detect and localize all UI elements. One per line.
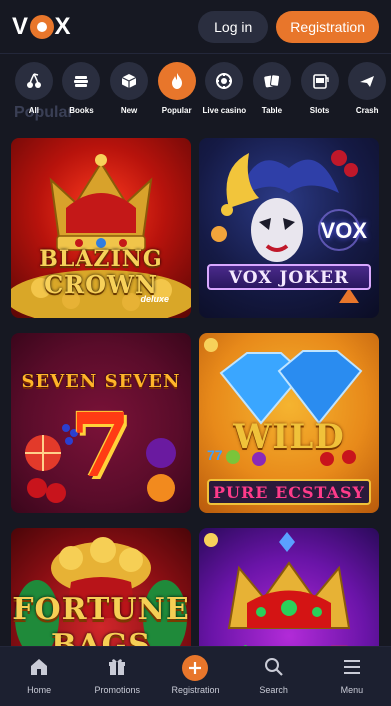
game-title: FORTUNE xyxy=(12,592,190,627)
nav-search[interactable]: Search xyxy=(235,647,313,695)
category-label: Popular xyxy=(161,106,192,115)
books-icon xyxy=(62,62,101,100)
nav-menu[interactable]: Menu xyxy=(313,647,391,695)
category-label: Slots xyxy=(309,106,330,115)
logo-o-chip-icon xyxy=(29,14,54,39)
nav-label: Promotions xyxy=(94,685,141,695)
game-tile-wild-pure-ecstasy[interactable]: WILD 77 PURE ECSTASY xyxy=(199,333,379,513)
menu-icon xyxy=(340,655,364,679)
game-title: VOX JOKER xyxy=(228,268,350,288)
game-title: BLAZING xyxy=(39,246,163,272)
game-digit: 7 xyxy=(69,393,133,497)
category-label: Live casino xyxy=(202,106,247,115)
nav-label: Registration xyxy=(171,685,220,695)
category-new[interactable]: New xyxy=(105,62,153,128)
category-label: Books xyxy=(69,106,94,115)
category-crash[interactable]: Crash xyxy=(343,62,391,128)
search-icon xyxy=(262,655,286,679)
cherries-icon xyxy=(14,62,53,100)
nav-promotions[interactable]: Promotions xyxy=(78,647,156,695)
cards-icon xyxy=(252,62,291,100)
gift-icon xyxy=(105,655,129,679)
top-header: V X Log in Registration xyxy=(0,0,391,54)
category-slots[interactable]: Slots xyxy=(296,62,344,128)
registration-button[interactable]: Registration xyxy=(276,10,379,43)
game-tile-seven-seven[interactable]: SEVEN SEVEN 7 xyxy=(11,333,191,513)
category-label: Table xyxy=(261,106,283,115)
cube-icon xyxy=(110,62,149,100)
game-subtitle: deluxe xyxy=(140,294,169,304)
category-label: Crash xyxy=(355,106,379,115)
game-digits: 77 xyxy=(207,447,223,463)
nav-registration[interactable]: Registration xyxy=(156,647,234,695)
nav-label: Search xyxy=(259,685,288,695)
category-live-casino[interactable]: Live casino xyxy=(201,62,249,128)
category-bar: All Books New Popular Live casino Table xyxy=(0,62,391,128)
fire-icon xyxy=(157,62,196,100)
category-label: All xyxy=(28,106,39,115)
chip-icon xyxy=(205,62,244,100)
category-label: New xyxy=(120,106,138,115)
game-title: SEVEN SEVEN xyxy=(21,371,181,392)
bottom-nav: Home Promotions Registration Search Menu xyxy=(0,646,391,706)
category-all[interactable]: All xyxy=(10,62,58,128)
category-books[interactable]: Books xyxy=(58,62,106,128)
game-title: WILD xyxy=(233,417,345,457)
home-icon xyxy=(27,655,51,679)
plus-icon xyxy=(182,655,209,681)
slot-machine-icon xyxy=(300,62,339,100)
header-buttons: Log in Registration xyxy=(198,10,379,43)
vox-logo[interactable]: V X xyxy=(12,13,71,41)
game-title-line2: PURE ECSTASY xyxy=(213,483,365,502)
category-table[interactable]: Table xyxy=(248,62,296,128)
logo-letter-v: V xyxy=(12,12,29,40)
category-popular[interactable]: Popular xyxy=(153,62,201,128)
nav-label: Home xyxy=(27,685,52,695)
game-badge: VOX xyxy=(320,218,367,243)
logo-letter-x: X xyxy=(54,12,72,40)
nav-home[interactable]: Home xyxy=(0,647,78,695)
login-button[interactable]: Log in xyxy=(198,10,269,43)
game-tile-blazing-crown[interactable]: BLAZING CROWN deluxe xyxy=(11,138,191,318)
game-tile-vox-joker[interactable]: VOX VOX JOKER xyxy=(199,138,379,318)
nav-label: Menu xyxy=(340,685,364,695)
plane-icon xyxy=(348,62,387,100)
game-grid: BLAZING CROWN deluxe VOX VOX JOKER SEVEN… xyxy=(11,138,381,706)
